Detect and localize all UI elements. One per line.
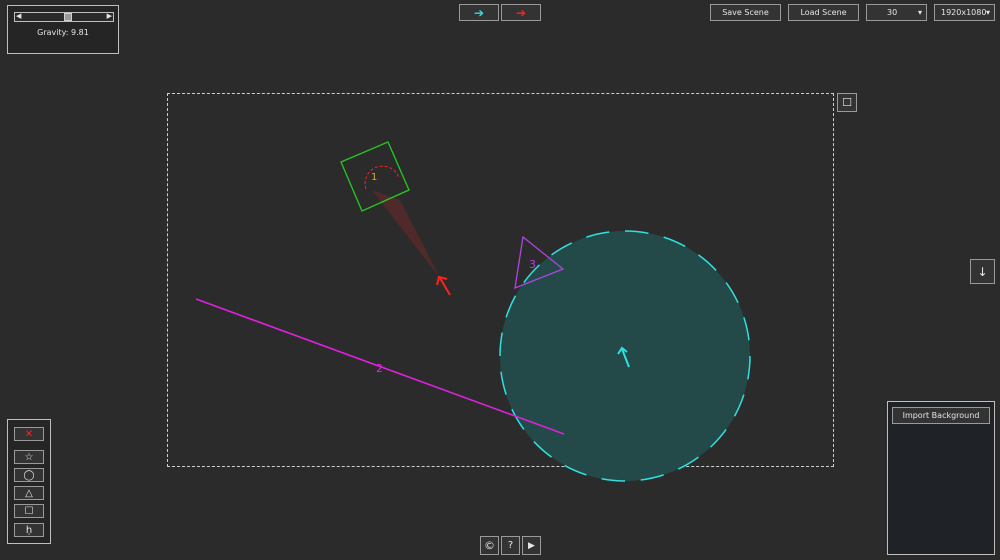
emitter-cone: [372, 190, 440, 278]
scene-canvas[interactable]: 2 3 1: [0, 0, 1000, 560]
triangle-tool-button[interactable]: △: [14, 486, 44, 500]
copyright-button[interactable]: ©: [480, 536, 499, 555]
line-label: 2: [376, 362, 383, 375]
triangle-label: 3: [529, 258, 536, 271]
background-panel: Import Background: [887, 401, 995, 555]
square-label: 1: [371, 172, 377, 183]
star-tool-button[interactable]: ☆: [14, 450, 44, 464]
square-tool-button[interactable]: ☐: [14, 504, 44, 518]
ground-tool-button[interactable]: ḥ: [14, 523, 44, 537]
red-velocity-arrow: [436, 275, 451, 296]
circle-tool-button[interactable]: ◯: [14, 468, 44, 482]
play-button[interactable]: ▶: [522, 536, 541, 555]
delete-tool-button[interactable]: ✕: [14, 427, 44, 441]
import-background-button[interactable]: Import Background: [892, 407, 990, 424]
tool-panel: ✕ ☆ ◯ △ ☐ ḥ: [7, 419, 51, 544]
help-button[interactable]: ?: [501, 536, 520, 555]
